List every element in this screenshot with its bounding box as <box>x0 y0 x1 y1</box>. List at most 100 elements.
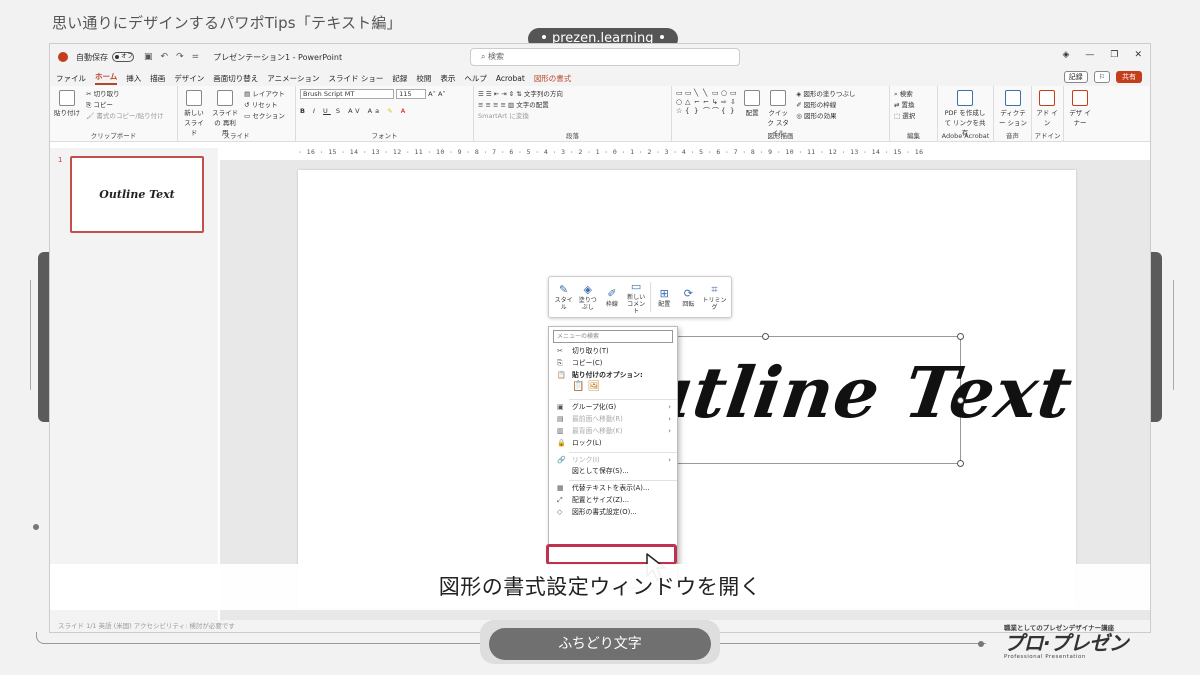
tab-help[interactable]: ヘルプ <box>464 73 487 84</box>
mini-toolbar: ✎ スタイ ル ◈ 塗りつ ぶし ✐ 枠線 ▭ 新しい コメント ⊞ 配置 ⟳ 回転 ⌗ トリ… <box>548 276 732 318</box>
format-painter-button[interactable]: 🖌 書式のコピー/貼り付け <box>86 111 164 122</box>
scissors-icon: ✂ <box>557 347 563 355</box>
shapes-gallery[interactable]: ▭ ▭ ╲ ╲ ▭ ○ ▭ ○ △ ⌐ ⌐ ↳ ⇨ ⇩ ☆{} ⌒ ⌒{} <box>676 89 738 115</box>
tab-view[interactable]: 表示 <box>440 73 455 84</box>
menu-send-back-label: 最背面へ移動(K) <box>572 426 623 435</box>
shape-outline-button[interactable]: ✐ 図形の枠線 <box>796 100 855 111</box>
title-bar: 自動保存 オフ ▣ ↶ ↷ = プレゼンテーション1 - PowerPoint … <box>50 44 1150 70</box>
diamond-icon[interactable]: ◈ <box>1062 50 1069 60</box>
paste-button[interactable]: 貼り付け <box>54 89 80 117</box>
group-label-voice: 音声 <box>1006 132 1019 140</box>
tab-design[interactable]: デザイン <box>174 73 204 84</box>
replace-button[interactable]: ⇄ 置換 <box>894 100 933 111</box>
tab-slideshow[interactable]: スライド ショー <box>328 73 383 84</box>
font-color-icon[interactable]: A <box>401 107 408 115</box>
addins-button[interactable]: アド イン <box>1036 89 1058 127</box>
resize-handle-se[interactable] <box>957 460 964 467</box>
tab-draw[interactable]: 描画 <box>150 73 165 84</box>
mini-comment-button[interactable]: ▭ 新しい コメント <box>626 280 647 315</box>
spacing-icon[interactable]: AV <box>348 107 362 115</box>
slide-canvas[interactable]: Outline Text <box>298 170 1078 608</box>
share-button[interactable]: 共有 <box>1116 71 1142 83</box>
tab-acrobat[interactable]: Acrobat <box>496 74 525 83</box>
autosave-toggle[interactable]: オフ <box>112 52 134 62</box>
restore-icon[interactable]: ❐ <box>1110 50 1118 60</box>
record-button[interactable]: 記録 <box>1063 71 1088 83</box>
mini-style-button[interactable]: ✎ スタイ ル <box>553 283 574 311</box>
tab-insert[interactable]: 挿入 <box>126 73 141 84</box>
case-icon[interactable]: Aa <box>368 107 382 115</box>
mini-outline-button[interactable]: ✐ 枠線 <box>601 287 622 308</box>
close-icon[interactable]: ✕ <box>1134 50 1142 60</box>
powerpoint-window: 自動保存 オフ ▣ ↶ ↷ = プレゼンテーション1 - PowerPoint … <box>50 44 1150 632</box>
grow-font-icon[interactable]: A˄ <box>428 90 436 98</box>
font-size-select[interactable]: 115 <box>396 89 427 99</box>
bold-icon[interactable]: B <box>300 107 308 115</box>
shape-effects-button[interactable]: ◎ 図形の効果 <box>796 111 855 122</box>
menu-bring-front[interactable]: ▤ 最前面へ移動(R) › <box>549 414 677 426</box>
menu-group[interactable]: ▣ グループ化(G) › <box>549 402 677 414</box>
reset-button[interactable]: ↺ リセット <box>244 100 285 111</box>
mini-arrange-button[interactable]: ⊞ 配置 <box>654 287 675 308</box>
mini-fill-button[interactable]: ◈ 塗りつ ぶし <box>577 283 598 311</box>
menu-size-position[interactable]: ⤢ 配置とサイズ(Z)... <box>549 495 677 507</box>
arrange-button[interactable]: 配置 <box>744 89 761 117</box>
minimize-icon[interactable]: — <box>1085 50 1094 60</box>
tab-review[interactable]: 校閲 <box>416 73 431 84</box>
italic-icon[interactable]: I <box>313 107 318 115</box>
align-text-label[interactable]: 文字の配置 <box>516 101 549 109</box>
mini-rotate-button[interactable]: ⟳ 回転 <box>678 287 699 308</box>
customize-icon[interactable]: = <box>192 52 200 62</box>
menu-save-as-picture[interactable]: 図として保存(S)... <box>549 466 677 478</box>
shape-fill-button[interactable]: ◈ 図形の塗りつぶし <box>796 89 855 100</box>
cut-button[interactable]: ✂ 切り取り <box>86 89 164 100</box>
resize-handle-n[interactable] <box>762 333 769 340</box>
bullets-icon[interactable]: ☰ ☰ ⇤ ⇥ ⇕ <box>478 90 516 98</box>
slide-thumbnail[interactable]: Outline Text <box>70 156 204 233</box>
designer-button[interactable]: デザ イナー <box>1068 89 1092 127</box>
menu-search-input[interactable]: メニューの検索 <box>553 330 673 343</box>
paste-option-icons[interactable]: 📋 🖼 <box>549 381 677 397</box>
font-name-select[interactable]: Brush Script MT <box>300 89 394 99</box>
tab-home[interactable]: ホーム <box>95 71 118 85</box>
menu-copy[interactable]: ⎘ コピー(C) <box>549 358 677 370</box>
menu-link[interactable]: 🔗 リンク(I) › <box>549 455 677 467</box>
tab-shape-format[interactable]: 図形の書式 <box>534 73 572 84</box>
highlight-icon[interactable]: ✎ <box>387 107 395 115</box>
find-button[interactable]: ⌕ 検索 <box>894 89 933 100</box>
align-icons[interactable]: ≡ ≡ ≡ ≡ ▥ <box>478 101 516 109</box>
tab-transitions[interactable]: 画面切り替え <box>213 73 258 84</box>
menu-format-shape-label: 図形の書式設定(O)... <box>572 507 637 516</box>
redo-icon[interactable]: ↷ <box>176 52 184 62</box>
mini-crop-button[interactable]: ⌗ トリミング <box>702 283 727 311</box>
underline-icon[interactable]: U <box>323 107 331 115</box>
tab-animations[interactable]: アニメーション <box>267 73 319 84</box>
resize-handle-ne[interactable] <box>957 333 964 340</box>
menu-alt-text[interactable]: ▦ 代替テキストを表示(A)... <box>549 483 677 495</box>
link-icon: 🔗 <box>557 455 566 464</box>
menu-send-back[interactable]: ▥ 最背面へ移動(K) › <box>549 426 677 438</box>
section-button[interactable]: ▭ セクション <box>244 111 285 122</box>
select-button[interactable]: ⬚ 選択 <box>894 111 933 122</box>
undo-icon[interactable]: ↶ <box>161 52 169 62</box>
create-pdf-button[interactable]: PDF を作成して リンクを共有 <box>942 89 988 137</box>
strikethrough-icon[interactable]: S <box>336 107 343 115</box>
layout-button[interactable]: ▤ レイアウト <box>244 89 285 100</box>
resize-handle-e[interactable] <box>957 397 964 404</box>
menu-format-shape[interactable]: ◇ 図形の書式設定(O)... <box>549 507 677 519</box>
thumbnail-text: Outline Text <box>99 188 175 201</box>
save-icon[interactable]: ▣ <box>144 52 153 62</box>
comments-icon[interactable]: ⚐ <box>1093 71 1110 83</box>
tab-record[interactable]: 記録 <box>392 73 407 84</box>
shrink-font-icon[interactable]: A˅ <box>438 90 446 98</box>
menu-lock[interactable]: 🔒 ロック(L) <box>549 438 677 450</box>
dictate-button[interactable]: ディクテー ション <box>998 89 1028 127</box>
menu-cut[interactable]: ✂ 切り取り(T) <box>549 346 677 358</box>
tab-file[interactable]: ファイル <box>56 73 86 84</box>
smartart-label[interactable]: SmartArt に変換 <box>478 112 529 120</box>
search-input[interactable]: ⌕ 検索 <box>470 48 740 66</box>
group-drawing: ▭ ▭ ╲ ╲ ▭ ○ ▭ ○ △ ⌐ ⌐ ↳ ⇨ ⇩ ☆{} ⌒ ⌒{} 配置 クイック スタイル ◈ 図… <box>672 86 890 141</box>
style-icon: ✎ <box>558 283 569 296</box>
text-direction-label[interactable]: 文字列の方向 <box>524 90 563 98</box>
copy-button[interactable]: ⎘ コピー <box>86 100 164 111</box>
